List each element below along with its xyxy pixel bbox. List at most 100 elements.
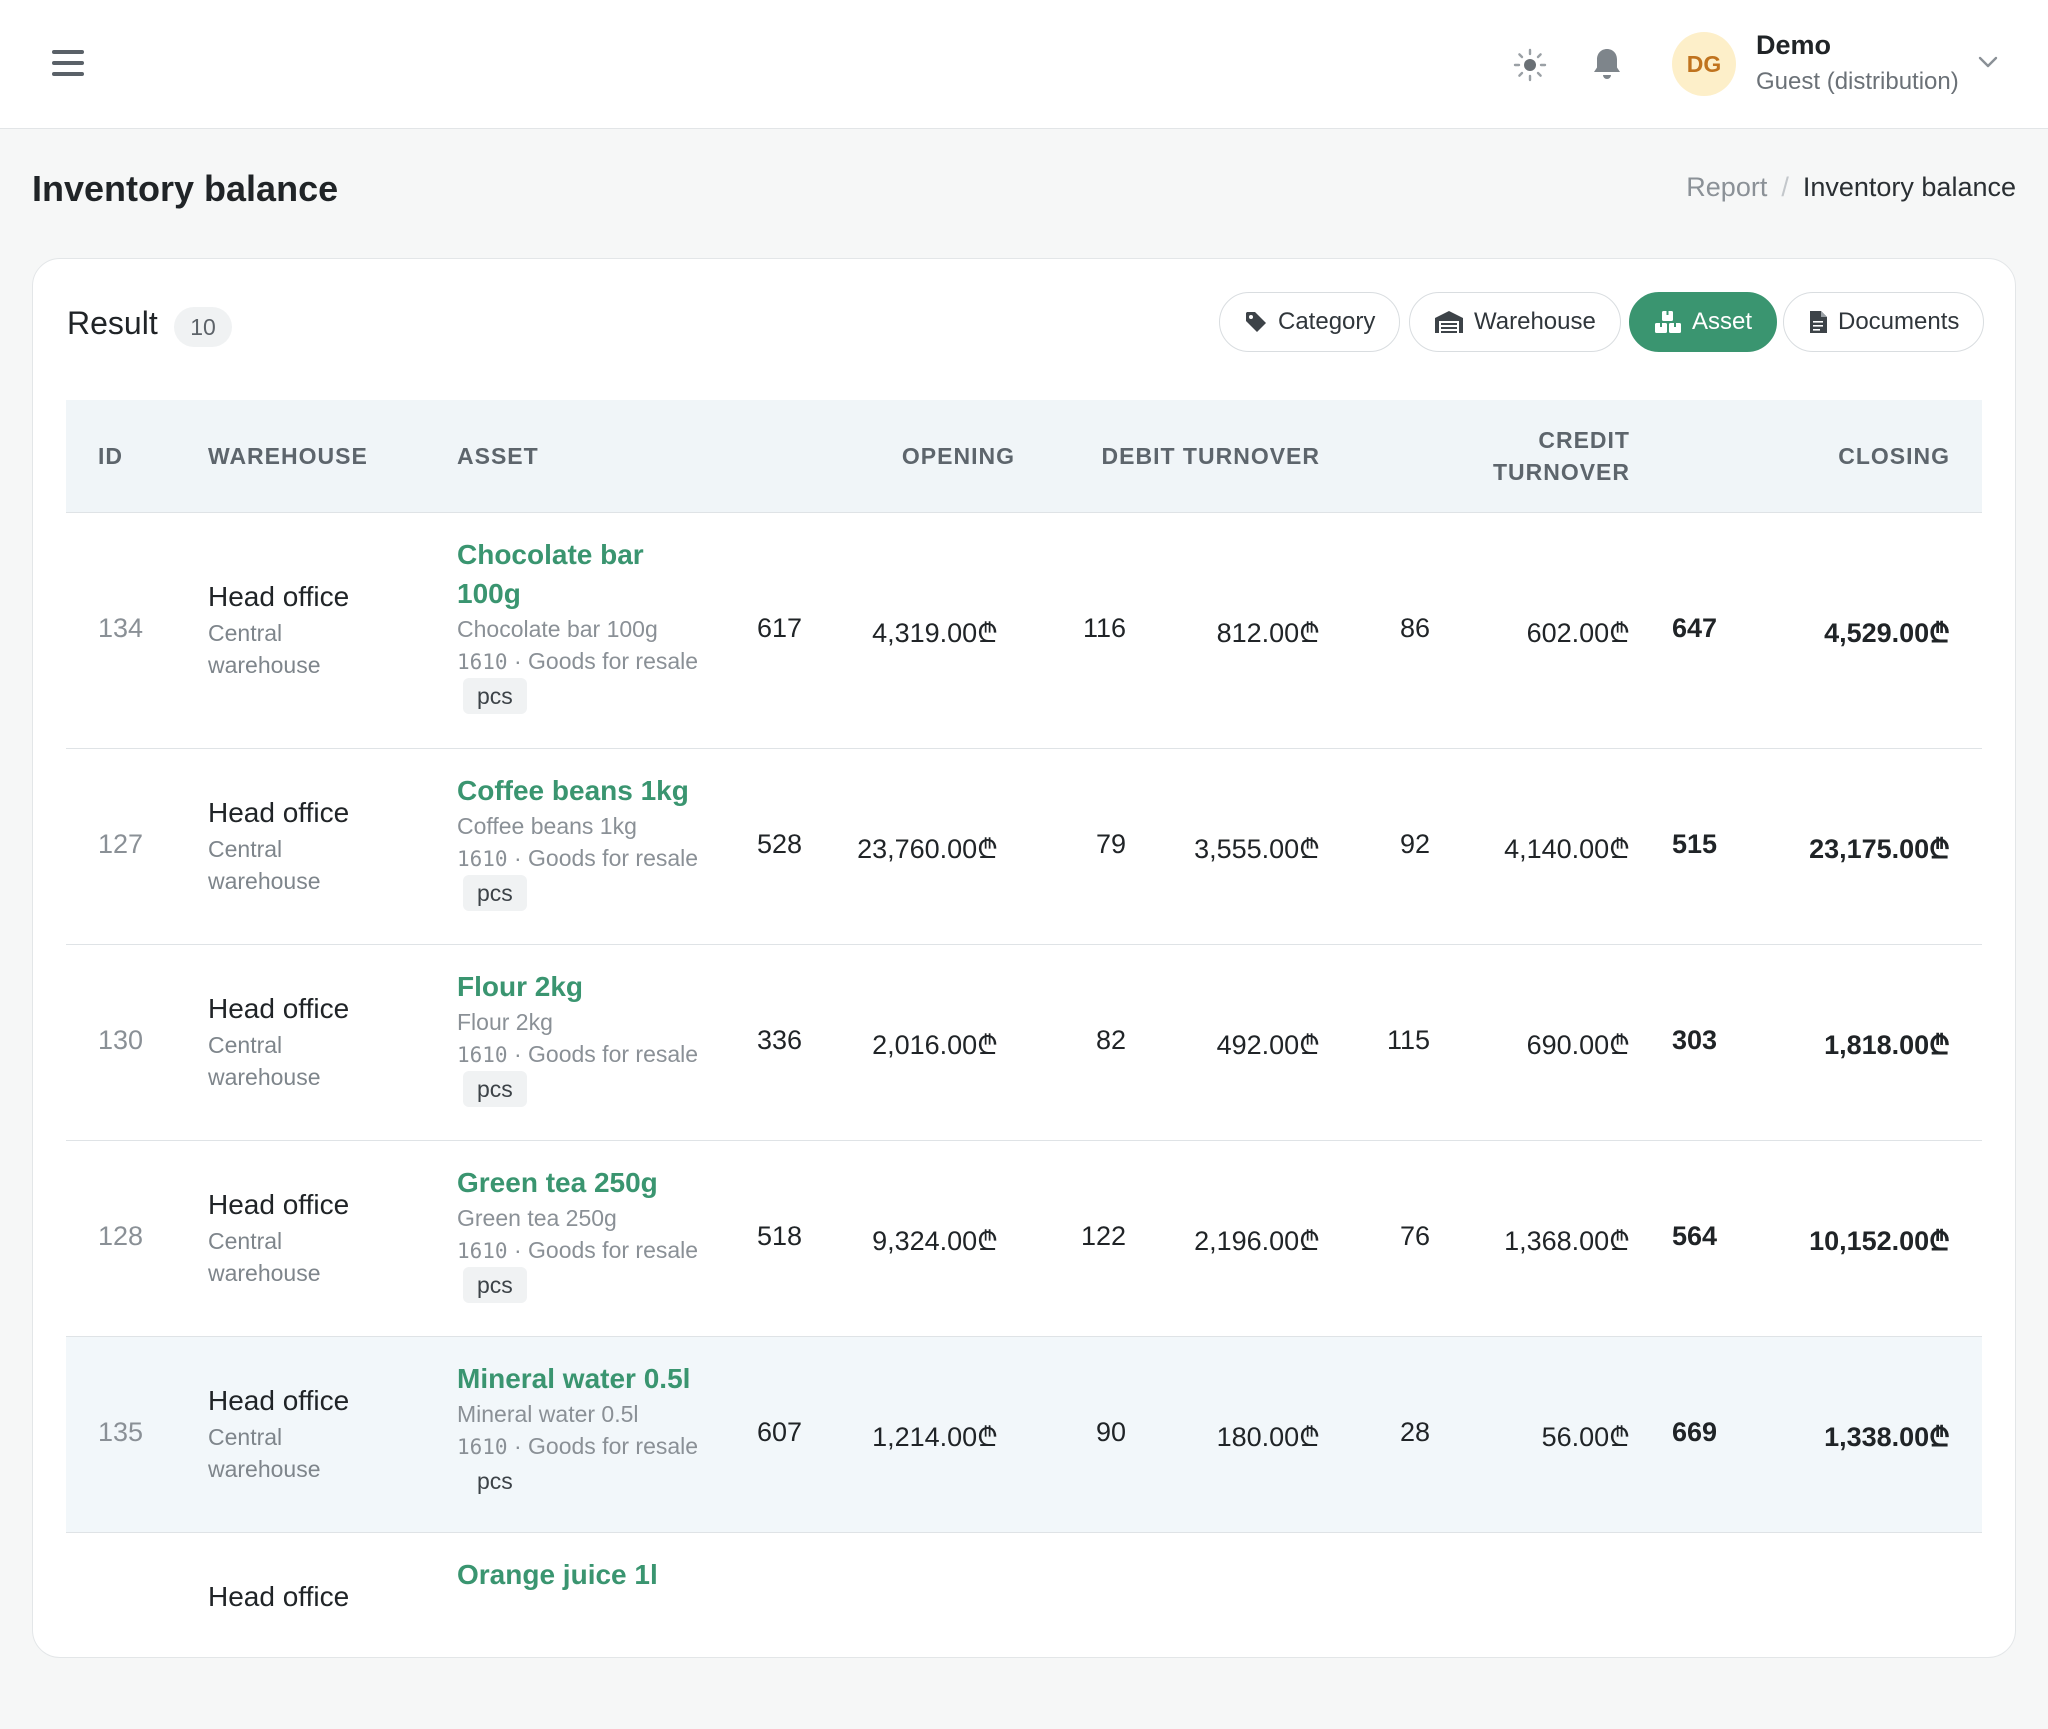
group-by-warehouse-button[interactable]: Warehouse [1409,292,1621,352]
debit-qty: 79 [1095,829,1126,859]
credit-qty: 92 [1399,829,1430,859]
warehouse-cell: Head office Central warehouse [208,993,358,1093]
table-row[interactable]: 130 Head office Central warehouse Flour … [66,945,1982,1141]
debit-value: 2,196.00₾ [1194,1226,1320,1256]
unit-badge: pcs [463,875,527,911]
unit-badge: pcs [463,1267,527,1303]
group-by-warehouse-label: Warehouse [1474,308,1596,335]
warehouse-icon [1435,311,1463,333]
warehouse-sub: Central warehouse [208,1228,321,1286]
closing-qty: 303 [1671,1025,1717,1055]
user-name[interactable]: Demo [1756,30,1831,61]
asset-link[interactable]: Coffee beans 1kg [457,771,737,810]
asset-cell: Green tea 250g Green tea 250g 1610 · Goo… [457,1163,737,1303]
table-row[interactable]: Head office Orange juice 1l [66,1533,1982,1729]
page-title: Inventory balance [32,168,339,209]
header-debit-turnover[interactable]: DEBIT TURNOVER [1102,440,1320,472]
closing-qty: 515 [1671,829,1717,859]
group-by-asset-button[interactable]: Asset [1629,292,1778,352]
group-by-category-button[interactable]: Category [1219,292,1401,352]
chevron-down-icon[interactable] [1976,54,2000,70]
opening-qty: 518 [756,1221,802,1251]
group-by-documents-button[interactable]: Documents [1783,292,1985,352]
closing-qty: 669 [1671,1417,1717,1447]
debit-qty: 90 [1095,1417,1126,1447]
warehouse-sub: Central warehouse [208,620,321,678]
asset-description: Coffee beans 1kg [457,813,637,839]
menu-icon[interactable] [52,50,84,76]
debit-value: 3,555.00₾ [1194,834,1320,864]
breadcrumb: Report / Inventory balance [1686,172,2016,203]
user-role: Guest (distribution) [1756,68,1959,95]
bell-icon[interactable] [1590,46,1624,82]
table-row[interactable]: 128 Head office Central warehouse Green … [66,1141,1982,1337]
asset-meta: 1610 · Goods for resale pcs [457,645,707,714]
header-warehouse[interactable]: WAREHOUSE [208,440,368,472]
asset-description: Flour 2kg [457,1009,553,1035]
asset-cell: Flour 2kg Flour 2kg 1610 · Goods for res… [457,967,737,1107]
row-id: 127 [98,829,144,859]
opening-value: 1,214.00₾ [872,1422,998,1452]
opening-qty: 617 [756,613,802,643]
asset-code: 1610 [457,650,508,674]
header-asset[interactable]: ASSET [457,440,539,472]
asset-meta: 1610 · Goods for resale pcs [457,1038,707,1107]
row-id: 134 [98,613,144,643]
group-by-asset-label: Asset [1692,308,1753,335]
table-row[interactable]: 134 Head office Central warehouse Chocol… [66,513,1982,749]
warehouse-cell: Head office [208,1581,349,1613]
credit-value: 56.00₾ [1541,1422,1630,1452]
debit-qty: 82 [1095,1025,1126,1055]
header-credit-turnover[interactable]: CREDIT TURNOVER [1493,424,1630,488]
asset-link[interactable]: Mineral water 0.5l [457,1359,737,1398]
result-card: Result 10 Category Warehouse Asset Docum… [32,258,2016,1658]
header-closing[interactable]: CLOSING [1838,440,1950,472]
row-id: 128 [98,1221,144,1251]
opening-value: 23,760.00₾ [857,834,998,864]
closing-value: 10,152.00₾ [1809,1226,1950,1256]
asset-code: 1610 [457,847,508,871]
debit-value: 180.00₾ [1216,1422,1320,1452]
unit-badge: pcs [477,1468,513,1494]
asset-description: Green tea 250g [457,1205,617,1231]
asset-link[interactable]: Flour 2kg [457,967,737,1006]
asset-link[interactable]: Chocolate bar 100g [457,535,687,613]
boxes-icon [1655,311,1681,333]
asset-cell: Mineral water 0.5l Mineral water 0.5l 16… [457,1359,737,1499]
row-id: 130 [98,1025,144,1055]
closing-value: 1,818.00₾ [1824,1030,1950,1060]
credit-qty: 28 [1399,1417,1430,1447]
asset-cell: Chocolate bar 100g Chocolate bar 100g 16… [457,535,707,714]
header-id[interactable]: ID [98,440,123,472]
warehouse-cell: Head office Central warehouse [208,581,358,681]
credit-value: 690.00₾ [1526,1030,1630,1060]
opening-value: 4,319.00₾ [872,618,998,648]
closing-qty: 564 [1671,1221,1717,1251]
asset-description: Chocolate bar 100g [457,616,658,642]
asset-link[interactable]: Orange juice 1l [457,1555,737,1594]
table-row[interactable]: 127 Head office Central warehouse Coffee… [66,749,1982,945]
warehouse-cell: Head office Central warehouse [208,797,358,897]
asset-category: · Goods for resale [507,1433,699,1459]
breadcrumb-parent[interactable]: Report [1686,172,1767,203]
header-opening[interactable]: OPENING [902,440,1015,472]
sun-icon[interactable] [1513,48,1547,82]
opening-qty: 336 [756,1025,802,1055]
warehouse-name: Head office [208,581,350,612]
header-credit-line-1: CREDIT [1538,427,1630,453]
breadcrumb-separator: / [1781,172,1789,202]
asset-link[interactable]: Green tea 250g [457,1163,737,1202]
opening-value: 2,016.00₾ [872,1030,998,1060]
warehouse-name: Head office [208,993,350,1024]
asset-code: 1610 [457,1043,508,1067]
asset-category: · Goods for resale [507,845,699,871]
asset-category: · Goods for resale [507,648,699,674]
avatar[interactable]: DG [1672,32,1736,96]
asset-category: · Goods for resale [507,1237,699,1263]
group-by-category-label: Category [1278,308,1376,335]
credit-qty: 115 [1386,1025,1430,1055]
credit-value: 4,140.00₾ [1504,834,1630,864]
closing-value: 4,529.00₾ [1824,618,1950,648]
table-row[interactable]: 135 Head office Central warehouse Minera… [66,1337,1982,1533]
warehouse-name: Head office [208,797,350,828]
